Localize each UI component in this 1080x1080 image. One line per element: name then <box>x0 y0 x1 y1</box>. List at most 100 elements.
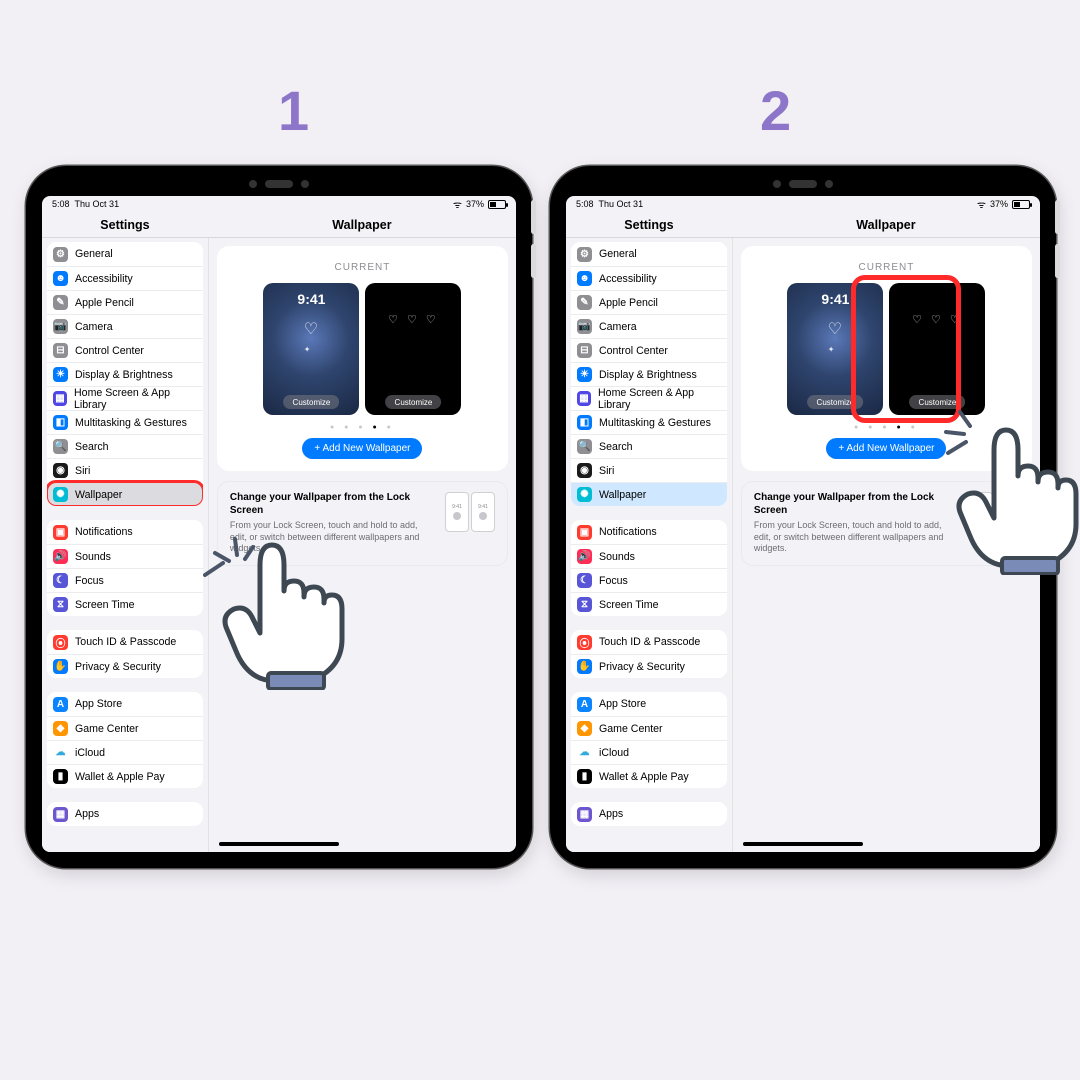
volume-down-button <box>531 244 536 278</box>
sidebar-icon: 🔊 <box>577 549 592 564</box>
sidebar-icon: ☾ <box>53 573 68 588</box>
sidebar-item-apps[interactable]: ▦Apps <box>571 802 727 826</box>
ipad-screen-2: 5:08 Thu Oct 31 ᯤ 37% Settings Wallpaper… <box>566 196 1040 852</box>
heart-icon: ♡✦ <box>304 319 319 357</box>
sidebar-item-label: Wallet & Apple Pay <box>75 771 165 783</box>
customize-lock-button[interactable]: Customize <box>284 395 340 409</box>
current-label: CURRENT <box>751 262 1022 273</box>
sidebar-item-focus[interactable]: ☾Focus <box>571 568 727 592</box>
status-bar: 5:08 Thu Oct 31 ᯤ 37% <box>42 196 516 212</box>
sidebar-icon: 📷 <box>53 319 68 334</box>
sidebar-item-app-store[interactable]: AApp Store <box>47 692 203 716</box>
sidebar-item-control-center[interactable]: ⊟Control Center <box>47 338 203 362</box>
sidebar-item-label: Accessibility <box>599 273 657 285</box>
sidebar-item-label: Home Screen & App Library <box>74 387 197 411</box>
ipad-frame-2: 5:08 Thu Oct 31 ᯤ 37% Settings Wallpaper… <box>550 166 1056 868</box>
sidebar-icon: ◉ <box>577 463 592 478</box>
sidebar-item-touch-id-passcode[interactable]: ⦿Touch ID & Passcode <box>47 630 203 654</box>
sidebar-item-sounds[interactable]: 🔊 Sounds <box>571 544 727 568</box>
sidebar-item-label: Display & Brightness <box>599 369 697 381</box>
add-wallpaper-button[interactable]: + Add New Wallpaper <box>826 438 946 459</box>
sidebar-item-accessibility[interactable]: ☻Accessibility <box>47 266 203 290</box>
tip-desc: From your Lock Screen, touch and hold to… <box>754 520 959 555</box>
wifi-icon: ᯤ <box>977 197 986 211</box>
sidebar-item-search[interactable]: 🔍Search <box>47 434 203 458</box>
sidebar-item-siri[interactable]: ◉Siri <box>571 458 727 482</box>
header-titles: Settings Wallpaper <box>566 212 1040 238</box>
volume-up-button <box>531 200 536 234</box>
sidebar-item-label: Wallet & Apple Pay <box>599 771 689 783</box>
sidebar-item-label: Sounds <box>599 551 635 563</box>
sidebar-icon: ☾ <box>577 573 592 588</box>
sidebar-item-screen-time[interactable]: ⧖Screen Time <box>571 592 727 616</box>
homescreen-preview[interactable]: ♡ ♡ ♡ Customize <box>889 283 985 415</box>
sidebar-item-label: iCloud <box>599 747 629 759</box>
sidebar-icon: ⊟ <box>53 343 68 358</box>
sidebar-item-label: Game Center <box>599 723 663 735</box>
sidebar-item-icloud[interactable]: ☁iCloud <box>571 740 727 764</box>
sidebar-item-display-brightness[interactable]: ☀ Display & Brightness <box>571 362 727 386</box>
sidebar-item-focus[interactable]: ☾Focus <box>47 568 203 592</box>
sidebar-item-wallet-apple-pay[interactable]: ▮Wallet & Apple Pay <box>47 764 203 788</box>
lockscreen-preview[interactable]: 9:41 ♡✦ Customize <box>263 283 359 415</box>
sidebar-item-accessibility[interactable]: ☻Accessibility <box>571 266 727 290</box>
sidebar-item-notifications[interactable]: ▣Notifications <box>47 520 203 544</box>
lockscreen-preview[interactable]: 9:41 ♡✦ Customize <box>787 283 883 415</box>
lockscreen-tip: Change your Wallpaper from the Lock Scre… <box>741 481 1032 566</box>
sidebar-item-home-screen-app-library[interactable]: ▦Home Screen & App Library <box>571 386 727 410</box>
homescreen-preview[interactable]: ♡ ♡ ♡ Customize <box>365 283 461 415</box>
sidebar-item-general[interactable]: ⚙General <box>571 242 727 266</box>
add-wallpaper-button[interactable]: + Add New Wallpaper <box>302 438 422 459</box>
customize-home-button[interactable]: Customize <box>910 395 966 409</box>
sidebar-item-apple-pencil[interactable]: ✎Apple Pencil <box>47 290 203 314</box>
sidebar-item-privacy-security[interactable]: ✋Privacy & Security <box>47 654 203 678</box>
home-indicator <box>743 842 863 846</box>
sidebar-item-icloud[interactable]: ☁ iCloud <box>47 740 203 764</box>
tip-desc: From your Lock Screen, touch and hold to… <box>230 520 435 555</box>
status-bar: 5:08 Thu Oct 31 ᯤ 37% <box>566 196 1040 212</box>
sidebar-item-app-store[interactable]: AApp Store <box>571 692 727 716</box>
sidebar-item-label: iCloud <box>75 747 105 759</box>
sidebar-item-screen-time[interactable]: ⧖Screen Time <box>47 592 203 616</box>
sidebar-item-siri[interactable]: ◉Siri <box>47 458 203 482</box>
camera-notch <box>773 180 833 188</box>
sidebar-item-wallet-apple-pay[interactable]: ▮Wallet & Apple Pay <box>571 764 727 788</box>
sidebar-item-game-center[interactable]: ◆Game Center <box>571 716 727 740</box>
sidebar-item-label: General <box>75 248 113 260</box>
sidebar-item-privacy-security[interactable]: ✋Privacy & Security <box>571 654 727 678</box>
sidebar-item-apple-pencil[interactable]: ✎Apple Pencil <box>571 290 727 314</box>
current-wallpaper-card: CURRENT 9:41 ♡✦ Customize ♡ ♡ ♡ Customiz… <box>741 246 1032 471</box>
settings-sidebar: ⚙General☻Accessibility✎Apple Pencil 📷 Came… <box>566 238 732 852</box>
sidebar-item-home-screen-app-library[interactable]: ▦Home Screen & App Library <box>47 386 203 410</box>
sidebar-item-general[interactable]: ⚙General <box>47 242 203 266</box>
home-indicator <box>219 842 339 846</box>
sidebar-icon: ◆ <box>53 721 68 736</box>
sidebar-item-label: Notifications <box>599 526 657 538</box>
sidebar-item-multitasking-gestures[interactable]: ◧Multitasking & Gestures <box>571 410 727 434</box>
sidebar-item-wallpaper[interactable]: ✺Wallpaper <box>571 482 727 506</box>
sidebar-icon: ☀ <box>577 367 592 382</box>
sidebar-title: Settings <box>566 212 732 237</box>
sidebar-item-label: Siri <box>75 465 90 477</box>
sidebar-item-camera[interactable]: 📷 Camera <box>571 314 727 338</box>
sidebar-item-control-center[interactable]: ⊟Control Center <box>571 338 727 362</box>
sidebar-icon: ☁ <box>53 745 68 760</box>
customize-home-button[interactable]: Customize <box>386 395 442 409</box>
sidebar-icon: 📷 <box>577 319 592 334</box>
sidebar-item-camera[interactable]: 📷Camera <box>47 314 203 338</box>
customize-lock-button[interactable]: Customize <box>808 395 864 409</box>
heart-icon: ♡✦ <box>828 319 843 357</box>
sidebar-icon: ▦ <box>577 807 592 822</box>
sidebar-icon: ✺ <box>577 487 592 502</box>
sidebar-item-sounds[interactable]: 🔊Sounds <box>47 544 203 568</box>
sidebar-item-wallpaper[interactable]: ✺Wallpaper <box>47 482 203 506</box>
sidebar-item-notifications[interactable]: ▣Notifications <box>571 520 727 544</box>
sidebar-item-display-brightness[interactable]: ☀Display & Brightness <box>47 362 203 386</box>
sidebar-item-touch-id-passcode[interactable]: ⦿Touch ID & Passcode <box>571 630 727 654</box>
sidebar-item-label: Apple Pencil <box>599 297 658 309</box>
sidebar-item-search[interactable]: 🔍Search <box>571 434 727 458</box>
sidebar-item-apps[interactable]: ▦Apps <box>47 802 203 826</box>
sidebar-item-multitasking-gestures[interactable]: ◧Multitasking & Gestures <box>47 410 203 434</box>
sidebar-item-game-center[interactable]: ◆Game Center <box>47 716 203 740</box>
sidebar-item-label: Camera <box>599 321 637 333</box>
